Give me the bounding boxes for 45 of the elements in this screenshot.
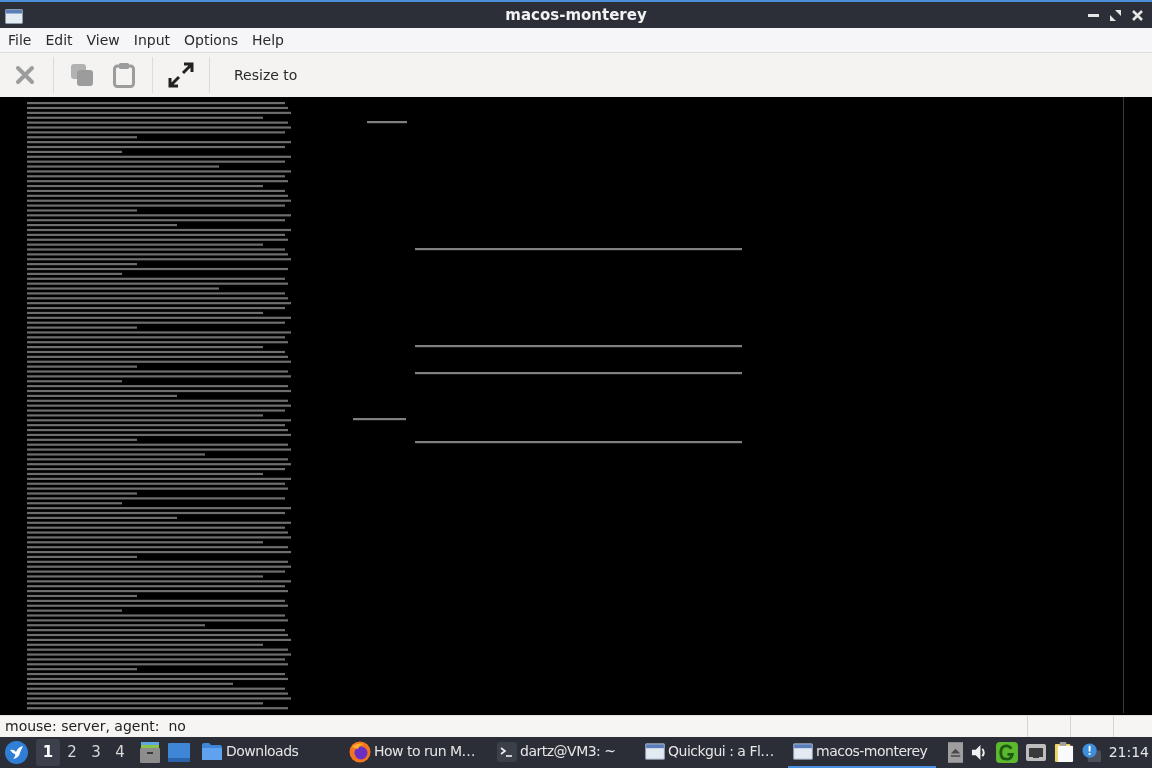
menu-item[interactable]: Edit [38, 31, 80, 49]
bird-logo-icon [5, 741, 28, 764]
menu-item[interactable]: View [79, 31, 127, 49]
network-port-icon[interactable] [1025, 744, 1046, 761]
window-title: macos-monterey [505, 7, 647, 23]
eject-icon[interactable] [947, 742, 963, 763]
flame-globe-icon [349, 740, 371, 763]
maximize-icon [1110, 9, 1121, 21]
window-icon [793, 743, 813, 760]
g-logo-icon[interactable] [995, 742, 1018, 763]
task-button[interactable]: macos-monterey [788, 737, 936, 768]
task-button[interactable]: How to run M… [344, 737, 492, 768]
workspace-button[interactable]: 2 [60, 739, 84, 766]
window-icon [5, 9, 23, 24]
start-menu-button[interactable] [5, 741, 28, 764]
close-button[interactable] [1131, 8, 1144, 22]
terminal-icon [497, 741, 517, 762]
file-cabinet-icon [140, 742, 160, 763]
minimize-icon [1088, 13, 1099, 17]
task-button[interactable]: dartz@VM3: ~ [492, 737, 640, 768]
menu-item[interactable]: File [1, 31, 39, 49]
status-text: mouse: server, agent: no [4, 717, 187, 736]
task-button[interactable]: Quickgui : a Fl… [640, 737, 788, 768]
display-icon [168, 743, 190, 762]
folder-icon [201, 742, 223, 761]
alert-icon[interactable] [1081, 743, 1101, 762]
menu-item[interactable]: Options [177, 31, 246, 49]
clipboard-icon [113, 62, 135, 88]
window-icon [645, 743, 665, 760]
close-icon [15, 65, 35, 85]
speaker-icon[interactable] [970, 744, 988, 761]
clipboard-icon[interactable] [1053, 742, 1074, 763]
workspace-button[interactable]: 4 [108, 739, 132, 766]
menu-item[interactable]: Input [126, 31, 178, 49]
close-icon [1132, 9, 1143, 21]
menu-item[interactable]: Help [245, 31, 291, 49]
resize-label: Resize to [234, 65, 298, 85]
maximize-button[interactable] [1109, 8, 1122, 22]
file-manager-launcher[interactable] [138, 739, 162, 766]
copy-icon [70, 63, 94, 87]
clock[interactable]: 21:14 [1108, 742, 1149, 763]
workspace-button[interactable]: 1 [36, 739, 60, 766]
workspace-button[interactable]: 3 [84, 739, 108, 766]
expand-arrows-icon [168, 62, 194, 88]
task-button[interactable]: Downloads [196, 737, 344, 768]
